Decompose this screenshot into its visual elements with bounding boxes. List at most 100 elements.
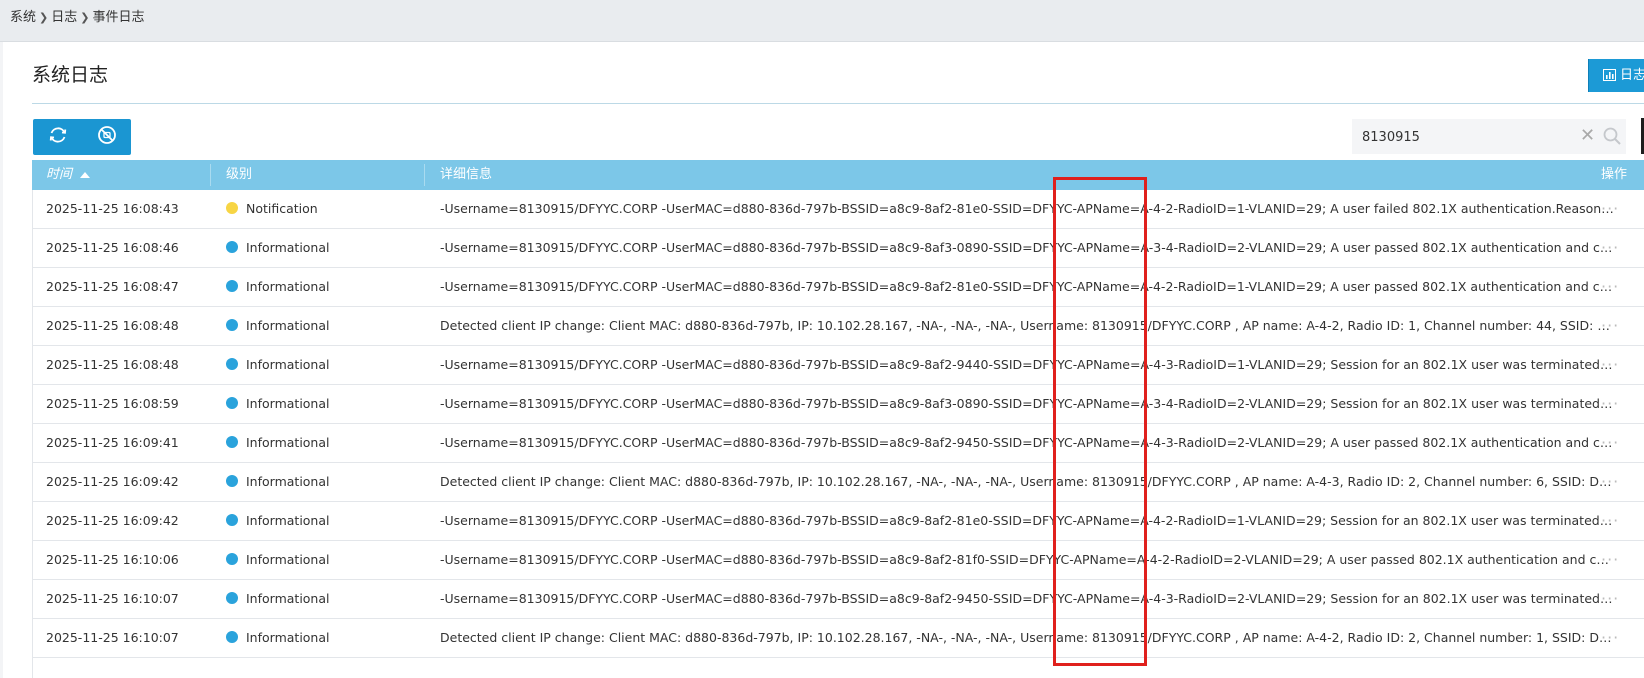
cell-level: Informational xyxy=(226,541,416,579)
more-actions-icon[interactable]: ··· xyxy=(1601,463,1631,501)
cell-time: 2025-11-25 16:10:07 xyxy=(46,591,179,606)
cell-level: Informational xyxy=(226,619,416,657)
column-divider[interactable] xyxy=(424,164,425,186)
level-label: Informational xyxy=(246,552,330,567)
cell-time: 2025-11-25 16:08:59 xyxy=(46,396,179,411)
cell-time: 2025-11-25 16:10:07 xyxy=(46,630,179,645)
level-status-icon xyxy=(226,319,238,331)
search-icon[interactable] xyxy=(1602,126,1622,150)
column-header-time[interactable]: 时间 xyxy=(46,160,91,190)
more-actions-icon[interactable]: ··· xyxy=(1601,541,1631,579)
log-button[interactable]: 日志 xyxy=(1588,59,1644,92)
column-divider[interactable] xyxy=(210,164,211,186)
table-row[interactable]: 2025-11-25 16:09:42 Informational -Usernam… xyxy=(32,502,1644,541)
cell-time: 2025-11-25 16:09:42 xyxy=(46,513,179,528)
chevron-right-icon: ❯ xyxy=(80,11,90,24)
cell-time: 2025-11-25 16:08:48 xyxy=(46,318,179,333)
more-actions-icon[interactable]: ··· xyxy=(1601,424,1631,462)
level-status-icon xyxy=(226,631,238,643)
cell-detail: -Username=8130915/DFYYC.CORP -UserMAC=d8… xyxy=(440,513,1614,528)
cell-time: 2025-11-25 16:09:41 xyxy=(46,435,179,450)
level-status-icon xyxy=(226,514,238,526)
breadcrumb-item-log[interactable]: 日志 xyxy=(51,10,77,25)
level-status-icon xyxy=(226,553,238,565)
cell-time: 2025-11-25 16:08:47 xyxy=(46,279,179,294)
level-status-icon xyxy=(226,475,238,487)
cell-level: Notification xyxy=(226,190,416,228)
table-row[interactable]: 2025-11-25 16:08:59 Informational -Usernam… xyxy=(32,385,1644,424)
column-header-level[interactable]: 级别 xyxy=(226,160,252,190)
table-left-border xyxy=(32,190,33,678)
more-actions-icon[interactable]: ··· xyxy=(1601,307,1631,345)
table-row[interactable]: 2025-11-25 16:10:07 Informational -Usernam… xyxy=(32,580,1644,619)
more-actions-icon[interactable]: ··· xyxy=(1601,385,1631,423)
cell-detail: -Username=8130915/DFYYC.CORP -UserMAC=d8… xyxy=(440,435,1614,450)
breadcrumb-item-system[interactable]: 系统 xyxy=(10,10,36,25)
table-row[interactable]: 2025-11-25 16:09:41 Informational -Usernam… xyxy=(32,424,1644,463)
level-status-icon xyxy=(226,280,238,292)
level-label: Notification xyxy=(246,201,318,216)
table-header: 时间 级别 详细信息 操作 xyxy=(32,160,1644,190)
column-header-action: 操作 xyxy=(1601,167,1628,182)
table-row[interactable]: 2025-11-25 16:09:42 Informational Detected… xyxy=(32,463,1644,502)
search-input[interactable] xyxy=(1360,119,1564,156)
close-icon[interactable]: ✕ xyxy=(1580,125,1595,146)
level-label: Informational xyxy=(246,630,330,645)
cell-time: 2025-11-25 16:08:46 xyxy=(46,240,179,255)
level-label: Informational xyxy=(246,357,330,372)
breadcrumb-item-event-log: 事件日志 xyxy=(92,10,145,25)
table-row[interactable]: 2025-11-25 16:08:48 Informational -Usernam… xyxy=(32,346,1644,385)
cell-detail: Detected client IP change: Client MAC: d… xyxy=(440,474,1614,489)
refresh-button[interactable] xyxy=(33,119,82,155)
table-row[interactable]: 2025-11-25 16:08:47 Informational -Usernam… xyxy=(32,268,1644,307)
refresh-icon xyxy=(47,124,69,150)
level-label: Informational xyxy=(246,591,330,606)
cell-time: 2025-11-25 16:08:43 xyxy=(46,201,179,216)
table-row[interactable]: 2025-11-25 16:08:43 Notification -Username… xyxy=(32,190,1644,229)
table-row[interactable]: 2025-11-25 16:10:07 Informational Detected… xyxy=(32,619,1644,658)
more-actions-icon[interactable]: ··· xyxy=(1601,502,1631,540)
cell-level: Informational xyxy=(226,424,416,462)
toolbar xyxy=(33,119,131,155)
search-box: ✕ xyxy=(1352,119,1626,156)
sort-ascending-icon[interactable] xyxy=(80,171,91,178)
cell-detail: -Username=8130915/DFYYC.CORP -UserMAC=d8… xyxy=(440,552,1614,567)
cell-detail: Detected client IP change: Client MAC: d… xyxy=(440,630,1614,645)
disable-icon xyxy=(96,124,118,150)
level-status-icon xyxy=(226,397,238,409)
cell-level: Informational xyxy=(226,463,416,501)
more-actions-icon[interactable]: ··· xyxy=(1601,346,1631,384)
column-header-time-label: 时间 xyxy=(46,167,73,182)
more-actions-icon[interactable]: ··· xyxy=(1601,190,1631,228)
table-body: 2025-11-25 16:08:43 Notification -Username… xyxy=(32,190,1644,658)
more-actions-icon[interactable]: ··· xyxy=(1601,229,1631,267)
more-actions-icon[interactable]: ··· xyxy=(1601,268,1631,306)
cell-time: 2025-11-25 16:10:06 xyxy=(46,552,179,567)
table-row[interactable]: 2025-11-25 16:08:46 Informational -Usernam… xyxy=(32,229,1644,268)
cell-detail: -Username=8130915/DFYYC.CORP -UserMAC=d8… xyxy=(440,396,1614,411)
more-actions-icon[interactable]: ··· xyxy=(1601,580,1631,618)
level-status-icon xyxy=(226,202,238,214)
cell-time: 2025-11-25 16:09:42 xyxy=(46,474,179,489)
cell-level: Informational xyxy=(226,229,416,267)
log-button-label: 日志 xyxy=(1620,68,1644,83)
cell-level: Informational xyxy=(226,502,416,540)
cell-detail: -Username=8130915/DFYYC.CORP -UserMAC=d8… xyxy=(440,240,1614,255)
cell-level: Informational xyxy=(226,268,416,306)
cell-detail: -Username=8130915/DFYYC.CORP -UserMAC=d8… xyxy=(440,591,1614,606)
cell-detail: -Username=8130915/DFYYC.CORP -UserMAC=d8… xyxy=(440,279,1614,294)
level-status-icon xyxy=(226,592,238,604)
chevron-right-icon: ❯ xyxy=(39,11,49,24)
more-actions-icon[interactable]: ··· xyxy=(1601,619,1631,657)
disable-button[interactable] xyxy=(82,119,131,155)
title-divider xyxy=(32,103,1644,104)
level-label: Informational xyxy=(246,396,330,411)
cell-detail: Detected client IP change: Client MAC: d… xyxy=(440,318,1614,333)
left-gutter xyxy=(0,42,3,678)
column-header-detail[interactable]: 详细信息 xyxy=(440,160,492,190)
cell-detail: -Username=8130915/DFYYC.CORP -UserMAC=d8… xyxy=(440,357,1614,372)
cell-level: Informational xyxy=(226,385,416,423)
table-row[interactable]: 2025-11-25 16:08:48 Informational Detected… xyxy=(32,307,1644,346)
table-row[interactable]: 2025-11-25 16:10:06 Informational -Usernam… xyxy=(32,541,1644,580)
cell-detail: -Username=8130915/DFYYC.CORP -UserMAC=d8… xyxy=(440,201,1614,216)
